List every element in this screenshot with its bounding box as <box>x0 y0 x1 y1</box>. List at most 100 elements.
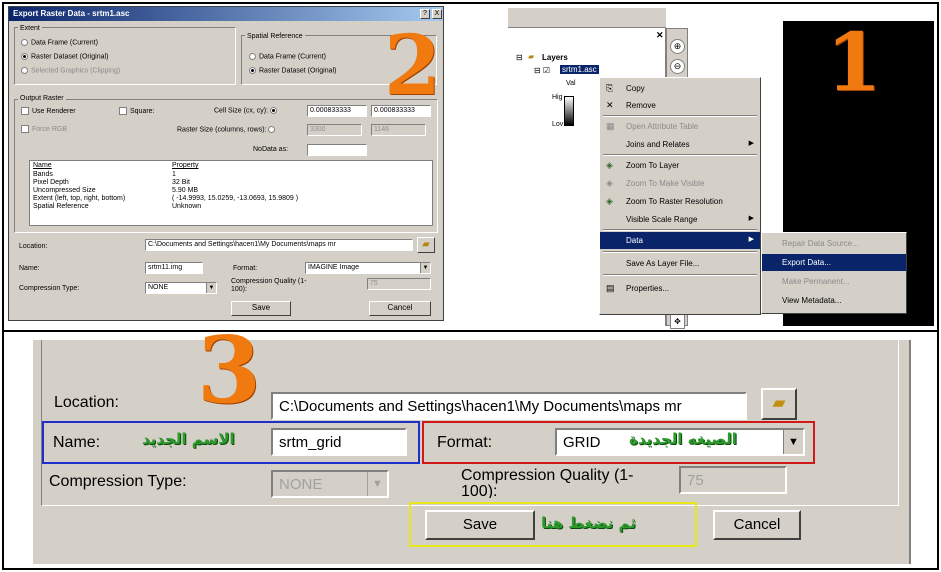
zoom-visible-icon: ◈ <box>606 178 613 188</box>
name-label: Name: <box>53 434 101 451</box>
layers-tree-expander[interactable]: ⊟ <box>516 53 523 62</box>
compression-type-label: Compression Type: <box>49 473 187 490</box>
legend-high-label: Hig <box>552 94 563 101</box>
menu-item-open-attribute-table[interactable]: ▦ Open Attribute Table <box>600 118 760 135</box>
browse-folder-button[interactable]: ▰ <box>417 237 435 253</box>
export-raster-dialog: Export Raster Data - srtm1.asc ? X Exten… <box>8 6 444 321</box>
extent-option-raster-dataset[interactable]: Raster Dataset (Original) <box>21 53 108 60</box>
chevron-right-icon: ▶ <box>748 140 754 147</box>
extent-option-selected-graphics[interactable]: Selected Graphics (Clipping) <box>21 67 120 74</box>
raster-size-radio[interactable] <box>268 126 276 133</box>
submenu-item-export-data[interactable]: Export Data... <box>762 254 906 271</box>
sr-option-raster-dataset[interactable]: Raster Dataset (Original) <box>249 67 336 74</box>
toc-close-icon[interactable]: ✕ <box>656 30 664 41</box>
properties-header-name: Name <box>33 162 52 169</box>
panel-divider <box>4 330 937 332</box>
name-input[interactable]: srtm11.img <box>145 262 203 274</box>
chevron-down-icon: ▼ <box>206 283 216 293</box>
copy-icon: ⎘ <box>606 83 614 93</box>
format-label: Format: <box>233 265 258 272</box>
extent-label: Extent <box>18 25 42 32</box>
format-select[interactable]: IMAGINE Image ▼ <box>305 262 431 274</box>
square-checkbox[interactable]: Square: <box>119 107 155 115</box>
chevron-down-icon: ▼ <box>367 472 387 496</box>
submenu-item-make-permanent[interactable]: Make Permanent... <box>762 273 906 290</box>
location-input[interactable]: C:\Documents and Settings\hacen1\My Docu… <box>271 392 747 420</box>
format-annotation: الصيغه الجديدة <box>629 430 737 448</box>
submenu-item-repair-data-source[interactable]: Repair Data Source... <box>762 235 906 252</box>
property-name: Extent (left, top, right, bottom) <box>33 195 126 202</box>
property-name: Spatial Reference <box>33 203 89 210</box>
layers-label: Layers <box>542 53 568 62</box>
force-rgb-checkbox[interactable]: Force RGB <box>21 125 67 133</box>
menu-item-data[interactable]: Data ▶ <box>600 232 760 249</box>
raster-columns-input[interactable]: 3300 <box>307 124 362 136</box>
properties-icon: ▤ <box>606 283 615 293</box>
legend-value-label: Val <box>566 80 576 87</box>
save-annotation: ثم نضغط هنا <box>541 514 636 532</box>
step-number-3: 3 <box>197 316 262 424</box>
toc-toolbar <box>508 8 666 28</box>
layer-name[interactable]: srtm1.asc <box>560 65 599 74</box>
zoom-in-icon[interactable]: ⊕ <box>670 39 685 54</box>
menu-item-save-as-layer-file[interactable]: Save As Layer File... <box>600 255 760 272</box>
properties-list: Name Property Bands 1 Pixel Depth 32 Bit… <box>29 160 433 226</box>
sr-option-data-frame[interactable]: Data Frame (Current) <box>249 53 326 60</box>
menu-separator <box>603 115 757 117</box>
name-label: Name: <box>19 265 40 272</box>
menu-separator <box>603 251 757 253</box>
property-name: Pixel Depth <box>33 179 69 186</box>
chevron-down-icon: ▼ <box>783 430 803 454</box>
menu-item-joins-relates[interactable]: Joins and Relates ▶ <box>600 136 760 153</box>
properties-header-property: Property <box>172 162 199 169</box>
spatial-reference-label: Spatial Reference <box>245 33 305 40</box>
save-button[interactable]: Save <box>231 301 291 316</box>
compression-type-select[interactable]: NONE ▼ <box>145 282 217 294</box>
menu-separator <box>603 154 757 156</box>
cancel-button[interactable]: Cancel <box>713 510 801 540</box>
cancel-button[interactable]: Cancel <box>369 301 431 316</box>
browse-folder-button[interactable]: ▰ <box>761 388 797 420</box>
zoom-out-icon[interactable]: ⊖ <box>670 59 685 74</box>
data-submenu: Repair Data Source... Export Data... Mak… <box>761 232 907 314</box>
format-label: Format: <box>437 434 493 451</box>
name-input[interactable]: srtm_grid <box>271 428 407 456</box>
menu-item-visible-scale-range[interactable]: Visible Scale Range ▶ <box>600 211 760 228</box>
compression-type-label: Compression Type: <box>19 285 80 292</box>
zoom-raster-icon: ◈ <box>606 196 613 206</box>
compression-quality-label: Compression Quality (1-100): <box>231 278 307 293</box>
menu-item-properties[interactable]: ▤ Properties... <box>600 280 760 297</box>
use-renderer-checkbox[interactable]: Use Renderer <box>21 107 76 115</box>
compression-type-select[interactable]: NONE ▼ <box>271 470 389 498</box>
name-annotation: الاسم الجديد <box>142 430 235 448</box>
compression-quality-input[interactable]: 75 <box>679 466 787 494</box>
extent-option-data-frame[interactable]: Data Frame (Current) <box>21 39 98 46</box>
raster-size-label: Raster Size (columns, rows): <box>177 126 278 133</box>
property-value: 1 <box>172 171 176 178</box>
cell-size-x-input[interactable]: 0.000833333 <box>307 105 367 117</box>
nodata-input[interactable] <box>307 144 367 156</box>
menu-separator <box>603 229 757 231</box>
menu-item-copy[interactable]: ⎘ Copy <box>600 80 760 97</box>
raster-rows-input[interactable]: 1146 <box>371 124 426 136</box>
table-icon: ▦ <box>606 121 615 131</box>
property-value: 5.90 MB <box>172 187 199 194</box>
cell-size-radio[interactable] <box>270 107 278 114</box>
output-raster-label: Output Raster <box>18 95 66 102</box>
menu-item-zoom-to-make-visible[interactable]: ◈ Zoom To Make Visible <box>600 175 760 192</box>
property-value: Unknown <box>172 203 202 210</box>
compression-quality-input[interactable]: 75 <box>367 278 431 290</box>
property-name: Bands <box>33 171 53 178</box>
save-button[interactable]: Save <box>425 510 535 540</box>
layer-checkbox[interactable]: ⊟ ☑ <box>534 66 550 75</box>
menu-item-zoom-to-layer[interactable]: ◈ Zoom To Layer <box>600 157 760 174</box>
menu-item-remove[interactable]: ✕ Remove <box>600 97 760 114</box>
location-input[interactable]: C:\Documents and Settings\hacen1\My Docu… <box>145 239 413 251</box>
pan-icon[interactable]: ✥ <box>670 314 685 329</box>
chevron-right-icon: ▶ <box>748 215 754 222</box>
property-name: Uncompressed Size <box>33 187 96 194</box>
legend-low-label: Lov <box>552 121 564 128</box>
menu-item-zoom-to-raster-resolution[interactable]: ◈ Zoom To Raster Resolution <box>600 193 760 210</box>
open-folder-icon: ▰ <box>422 239 430 250</box>
submenu-item-view-metadata[interactable]: View Metadata... <box>762 292 906 309</box>
